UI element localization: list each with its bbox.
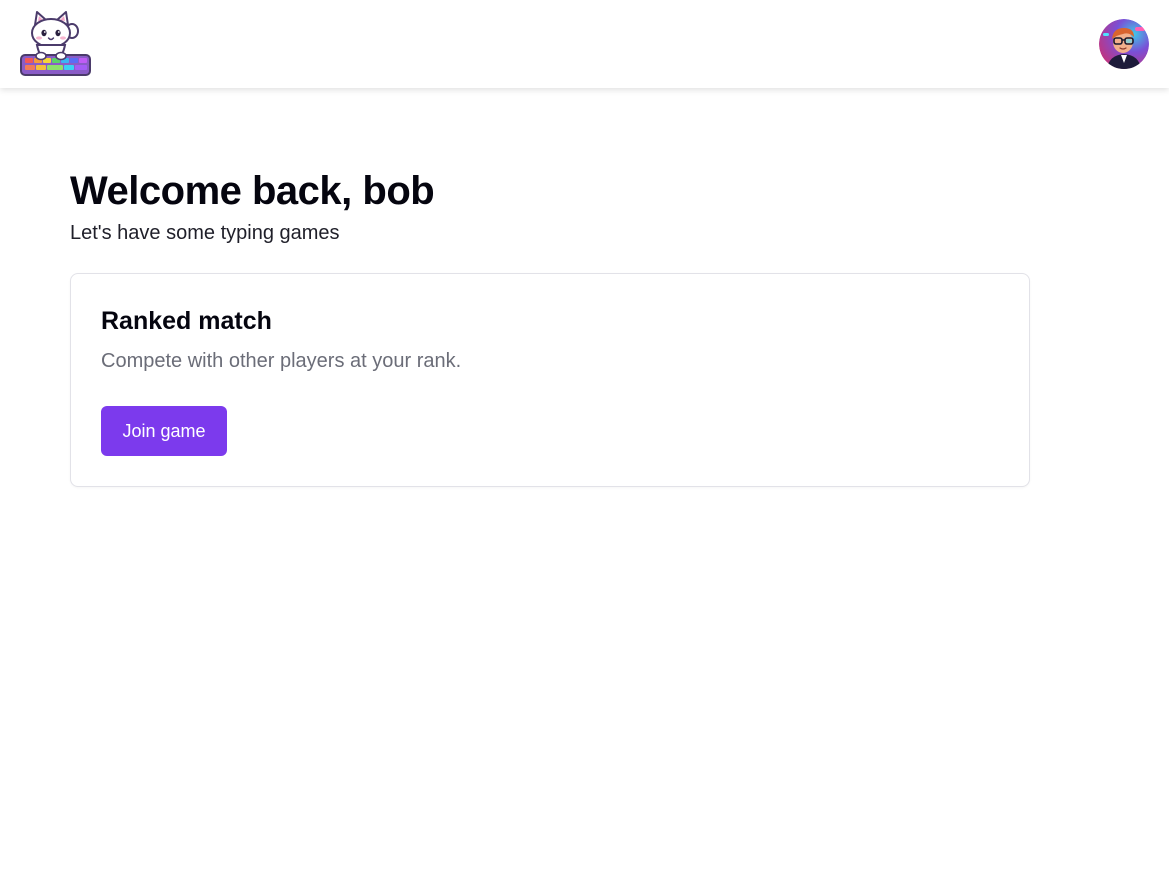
user-avatar-icon[interactable] — [1099, 19, 1149, 69]
top-navbar — [0, 0, 1169, 88]
card-description: Compete with other players at your rank. — [101, 350, 462, 372]
join-game-button[interactable]: Join game — [101, 406, 227, 456]
welcome-subtitle: Let's have some typing games — [70, 222, 340, 244]
ranked-match-card: Ranked match Compete with other players … — [70, 273, 1030, 487]
main-content: Welcome back, bob Let's have some typing… — [70, 165, 1030, 487]
welcome-heading: Welcome back, bob — [70, 169, 435, 213]
cat-keyboard-logo-icon[interactable] — [19, 11, 92, 77]
card-title: Ranked match — [101, 307, 272, 335]
